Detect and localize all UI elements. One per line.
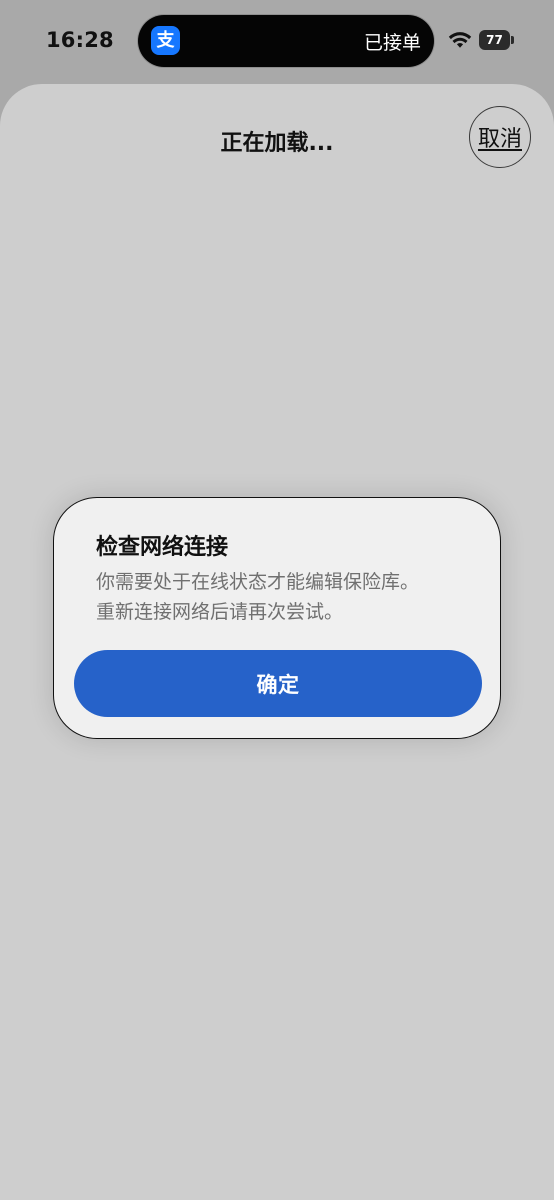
loading-sheet: 正在加载... 取消 检查网络连接 你需要处于在线状态才能编辑保险库。 重新连接… — [0, 84, 554, 1200]
phone-screen: 16:28 支 已接单 77 正在加载... 取消 检查网络连接 你需要处于在线… — [0, 0, 554, 1200]
dialog-title: 检查网络连接 — [96, 535, 229, 560]
battery-tip — [511, 36, 514, 44]
dynamic-island[interactable]: 支 已接单 — [138, 15, 434, 67]
dialog-message: 你需要处于在线状态才能编辑保险库。 重新连接网络后请再次尝试。 — [96, 567, 466, 627]
network-alert-dialog: 检查网络连接 你需要处于在线状态才能编辑保险库。 重新连接网络后请再次尝试。 确… — [53, 497, 501, 739]
wifi-icon — [448, 32, 472, 48]
battery-level: 77 — [479, 30, 510, 50]
status-time: 16:28 — [46, 28, 114, 52]
order-status-text: 已接单 — [363, 32, 421, 54]
alipay-icon: 支 — [151, 26, 180, 55]
dialog-message-line-1: 你需要处于在线状态才能编辑保险库。 — [96, 571, 420, 593]
dialog-message-line-2: 重新连接网络后请再次尝试。 — [96, 601, 344, 623]
confirm-button[interactable]: 确定 — [74, 650, 482, 717]
cancel-button[interactable]: 取消 — [469, 106, 531, 168]
battery-icon: 77 — [479, 30, 515, 50]
